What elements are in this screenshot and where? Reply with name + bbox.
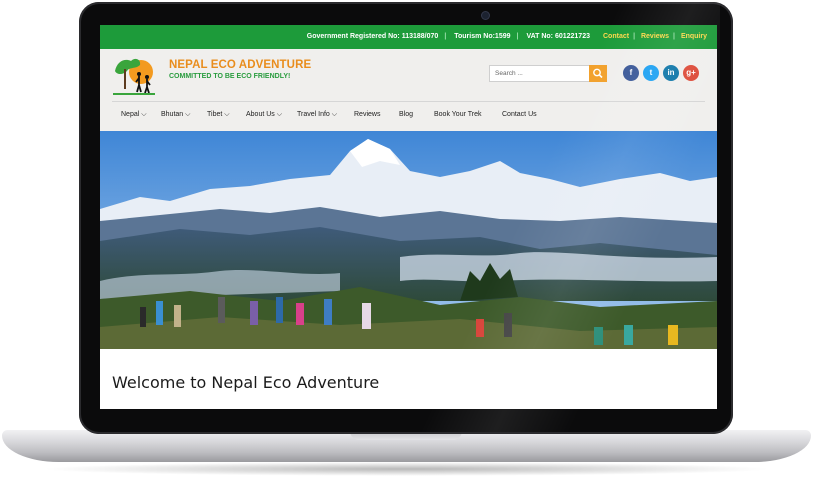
logo-icon[interactable]: [111, 55, 157, 95]
chevron-down-icon: ⌵: [331, 111, 338, 118]
nav-item-travel-info[interactable]: Travel Info ⌵: [297, 111, 337, 119]
nav-item-bhutan[interactable]: Bhutan ⌵: [161, 111, 190, 119]
welcome-heading: Welcome to Nepal Eco Adventure: [112, 373, 380, 392]
site-header: NEPAL ECO ADVENTURE COMMITTED TO BE ECO …: [100, 49, 717, 101]
nav-item-book-your-trek[interactable]: Book Your Trek: [434, 111, 481, 118]
camera-icon: [482, 12, 489, 19]
nav-item-about-us[interactable]: About Us ⌵: [246, 111, 282, 119]
google-plus-icon[interactable]: g+: [683, 65, 699, 81]
search-button[interactable]: [589, 65, 607, 82]
chevron-down-icon: ⌵: [141, 111, 147, 118]
nav-item-contact-us[interactable]: Contact Us: [502, 111, 537, 118]
chevron-down-icon: ⌵: [185, 111, 191, 118]
nav-item-tibet[interactable]: Tibet ⌵: [207, 111, 230, 119]
twitter-icon[interactable]: t: [643, 65, 659, 81]
hero-image-mountains: [100, 131, 717, 349]
main-navigation: Nepal ⌵ Bhutan ⌵ Tibet ⌵ About Us ⌵ Trav…: [100, 102, 717, 128]
linkedin-icon[interactable]: in: [663, 65, 679, 81]
nav-item-blog[interactable]: Blog: [399, 111, 413, 118]
nav-item-reviews[interactable]: Reviews: [354, 111, 380, 118]
chevron-down-icon: ⌵: [224, 111, 230, 118]
top-links: Contact | Reviews | Enquiry: [601, 33, 709, 40]
laptop-shadow: [40, 462, 773, 476]
top-link-reviews[interactable]: Reviews: [639, 33, 671, 40]
brand-tagline: COMMITTED TO BE ECO FRIENDLY!: [169, 73, 291, 80]
top-link-contact[interactable]: Contact: [601, 33, 631, 40]
registration-info: Government Registered No: 113188/070 | To…: [304, 33, 593, 40]
top-info-bar: Government Registered No: 113188/070 | To…: [100, 25, 717, 49]
search-input[interactable]: Search ...: [489, 65, 591, 82]
nav-item-nepal[interactable]: Nepal ⌵: [121, 111, 147, 119]
top-link-enquiry[interactable]: Enquiry: [679, 33, 709, 40]
tourism-number: Tourism No:1599: [454, 33, 511, 40]
brand-name[interactable]: NEPAL ECO ADVENTURE: [169, 59, 311, 71]
government-registration: Government Registered No: 113188/070: [306, 33, 439, 40]
search-placeholder: Search ...: [495, 70, 523, 77]
vat-number: VAT No: 601221723: [526, 33, 590, 40]
welcome-section: Welcome to Nepal Eco Adventure: [100, 349, 717, 409]
website-screen: Government Registered No: 113188/070 | To…: [100, 25, 717, 409]
search-icon: [593, 68, 603, 79]
facebook-icon[interactable]: f: [623, 65, 639, 81]
chevron-down-icon: ⌵: [276, 111, 283, 118]
